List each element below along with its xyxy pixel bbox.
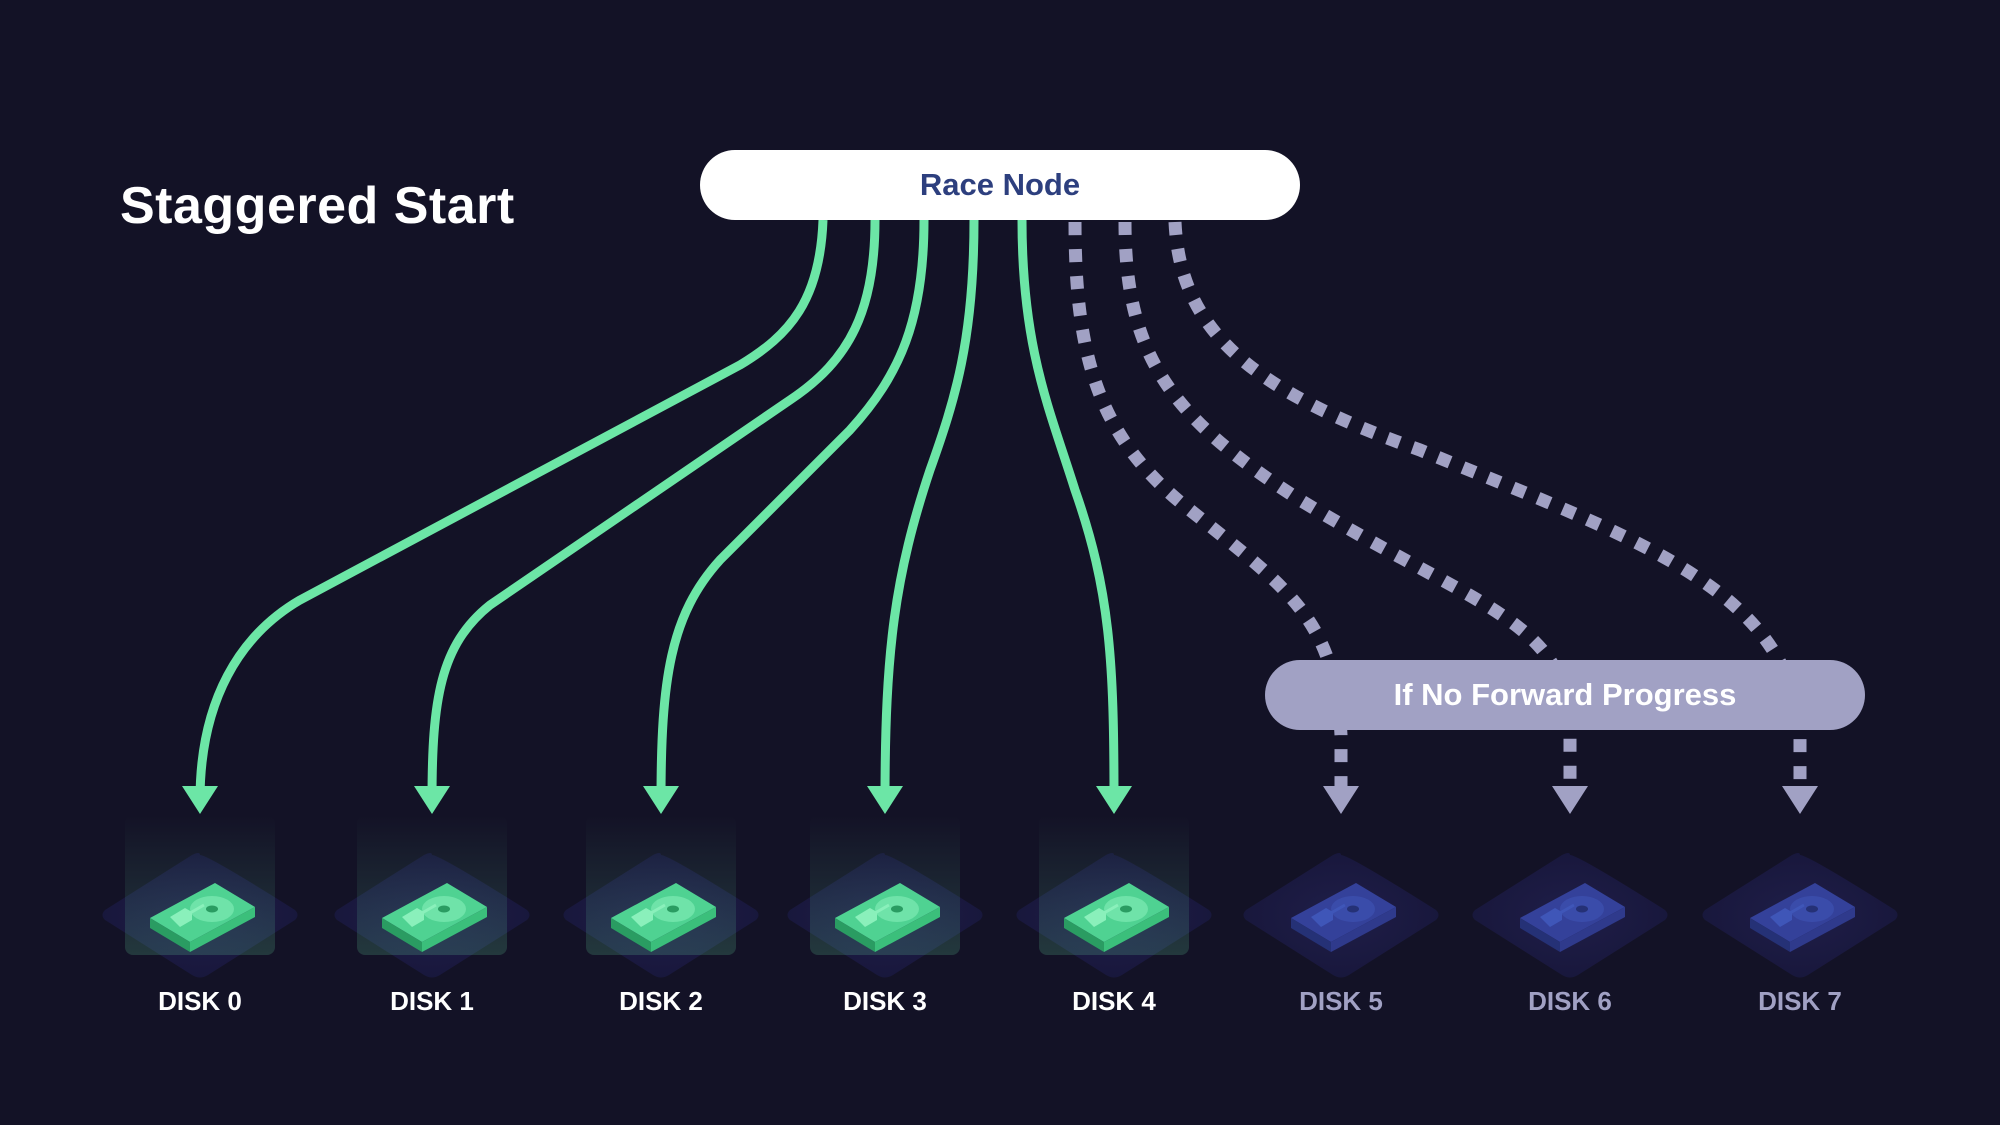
- disk-label: DISK 4: [1072, 986, 1156, 1016]
- disk-4: [1016, 815, 1212, 978]
- race-node-label: Race Node: [919, 167, 1081, 202]
- disk-label: DISK 0: [158, 986, 242, 1016]
- disk-6: [1472, 853, 1668, 978]
- disk-0: [102, 815, 298, 978]
- disk-3: [787, 815, 983, 978]
- disk-label: DISK 3: [843, 986, 927, 1016]
- disk-label: DISK 7: [1758, 986, 1842, 1016]
- race-node: Race Node: [700, 150, 1300, 220]
- fallback-condition-label: If No Forward Progress: [1393, 677, 1737, 712]
- disk-label: DISK 6: [1528, 986, 1612, 1016]
- disk-label: DISK 1: [390, 986, 474, 1016]
- disk-7: [1702, 853, 1898, 978]
- disk-2: [563, 815, 759, 978]
- fallback-condition-node: If No Forward Progress: [1265, 660, 1865, 730]
- disk-label: DISK 2: [619, 986, 703, 1016]
- disk-label: DISK 5: [1299, 986, 1383, 1016]
- disk-5: [1243, 853, 1439, 978]
- disk-1: [334, 815, 530, 978]
